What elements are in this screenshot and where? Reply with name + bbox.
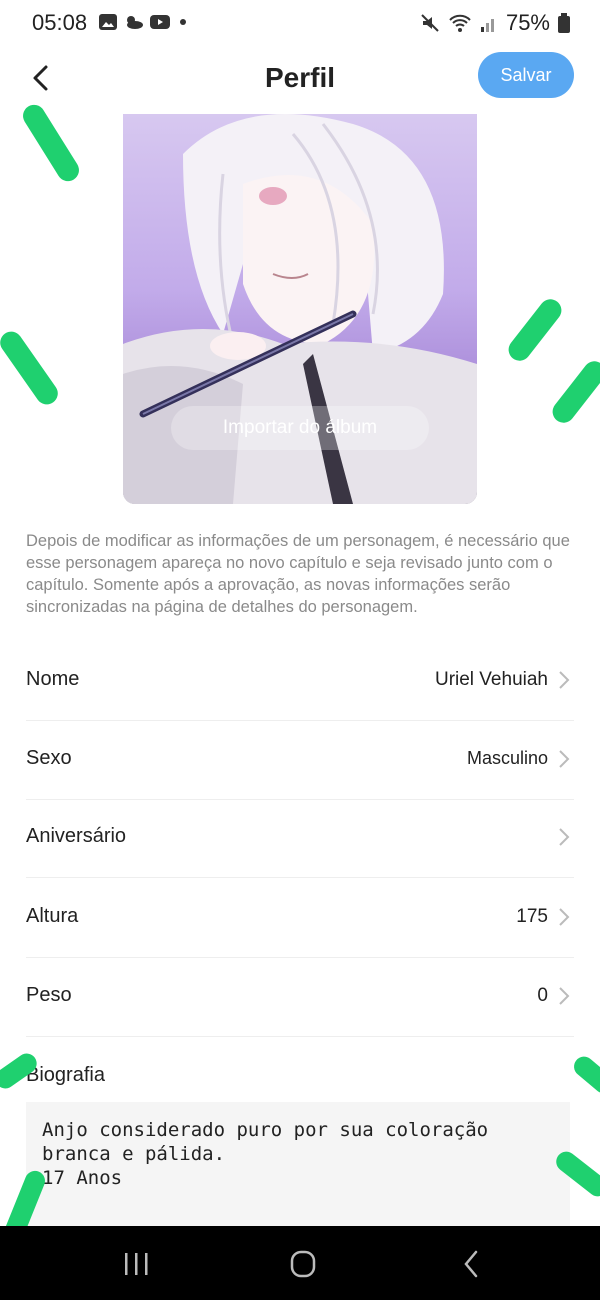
battery-icon <box>558 13 570 33</box>
status-time: 05:08 <box>32 10 88 35</box>
chevron-right-icon <box>559 987 570 1005</box>
field-sex-label: Sexo <box>26 747 72 769</box>
nav-back-icon[interactable] <box>452 1248 492 1280</box>
field-birthday-label: Aniversário <box>26 825 127 847</box>
decor-stroke <box>18 100 84 186</box>
more-notifications-icon <box>180 19 186 25</box>
mute-icon <box>421 14 439 32</box>
field-weight-value: 0 <box>537 985 548 1006</box>
save-button[interactable]: Salvar <box>478 52 574 98</box>
weather-icon <box>127 16 143 29</box>
decor-stroke <box>504 294 566 366</box>
notification-icons <box>98 12 186 32</box>
wifi-icon <box>449 14 471 32</box>
bio-textarea[interactable]: Anjo considerado puro por sua coloração … <box>26 1102 570 1226</box>
edit-notice: Depois de modificar as informações de um… <box>26 532 570 616</box>
field-name-value: Uriel Vehuiah <box>434 669 548 690</box>
character-avatar[interactable]: Importar do álbum <box>123 114 477 504</box>
home-icon[interactable] <box>283 1248 323 1280</box>
recent-apps-icon[interactable] <box>116 1248 156 1280</box>
decor-stroke <box>548 356 600 428</box>
field-birthday[interactable]: Aniversário <box>26 799 574 878</box>
decor-stroke <box>0 327 63 409</box>
field-sex-value: Masculino <box>466 748 548 768</box>
field-sex[interactable]: Sexo Masculino <box>26 721 574 800</box>
field-weight[interactable]: Peso 0 <box>26 958 574 1037</box>
field-name[interactable]: Nome Uriel Vehuiah <box>26 642 574 721</box>
header: Perfil Salvar <box>0 48 600 112</box>
field-height-label: Altura <box>26 905 79 927</box>
chevron-right-icon <box>559 750 570 768</box>
youtube-icon <box>150 15 170 29</box>
import-from-album-button[interactable]: Importar do álbum <box>171 406 429 450</box>
decor-stroke <box>569 1052 600 1098</box>
chevron-right-icon <box>559 908 570 926</box>
field-height[interactable]: Altura 175 <box>26 879 574 958</box>
system-navigation-bar <box>0 1226 600 1300</box>
chevron-right-icon <box>559 671 570 689</box>
field-weight-label: Peso <box>26 984 72 1006</box>
field-height-value: 175 <box>516 906 548 927</box>
gallery-icon <box>99 14 117 30</box>
bio-label: Biografia <box>26 1064 105 1086</box>
field-name-label: Nome <box>26 668 80 690</box>
signal-icon <box>480 19 494 32</box>
system-icons: 75% <box>420 10 570 36</box>
status-bar: 05:08 75% <box>0 0 600 48</box>
bio-text: Anjo considerado puro por sua coloração … <box>42 1119 489 1189</box>
chevron-right-icon <box>559 828 570 846</box>
battery-text: 75% <box>505 10 550 35</box>
